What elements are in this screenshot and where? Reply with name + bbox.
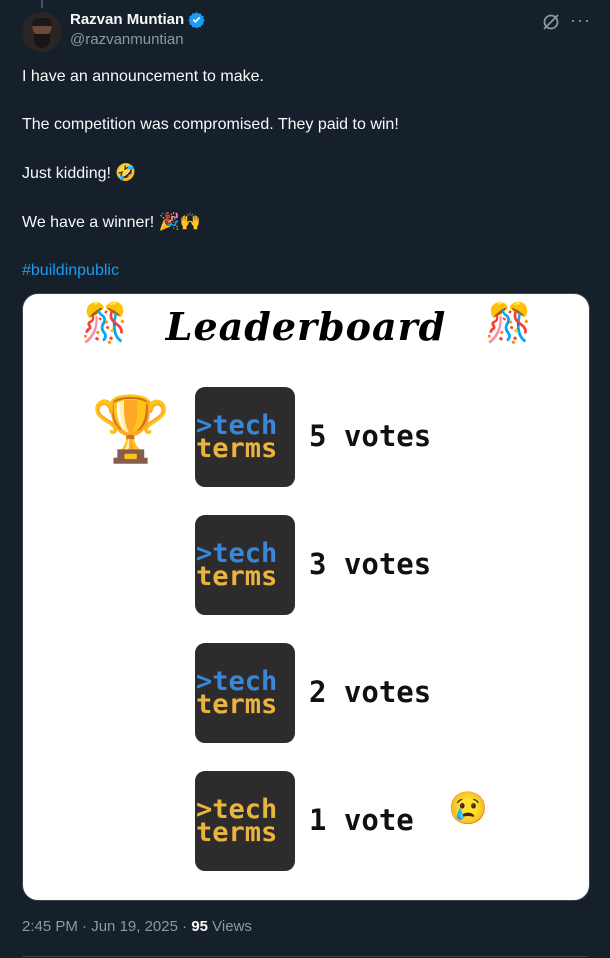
views-label: Views: [212, 918, 252, 935]
verified-badge-icon: [188, 12, 205, 28]
logo-line-terms: terms: [196, 817, 278, 848]
author-display-name: Razvan Muntian: [70, 11, 185, 28]
tweet-line: I have an announcement to make.: [22, 68, 264, 85]
tweet-media-image[interactable]: 🎊 Leaderboard 🎊 🏆 >tech terms 5 votes >t…: [22, 293, 590, 901]
tweet-line: The competition was compromised. They pa…: [22, 116, 399, 133]
tweet-line: We have a winner!: [22, 214, 155, 231]
tweet-date: Jun 19, 2025: [91, 918, 178, 935]
tweet-line: Just kidding!: [22, 165, 111, 182]
tweet-timestamp: 2:45 PM · Jun 19, 2025 · 95 Views: [22, 918, 252, 935]
views-count: 95: [191, 918, 208, 935]
techterms-logo: >tech terms: [195, 387, 295, 487]
tweet-line-container: We have a winner! 🎉🙌: [22, 212, 582, 233]
author-name-link[interactable]: Razvan Muntian: [70, 11, 205, 28]
rofl-emoji: 🤣: [115, 163, 137, 182]
vote-count: 1 vote: [309, 803, 414, 837]
tweet-text: I have an announcement to make. The comp…: [22, 67, 582, 309]
hashtag-link[interactable]: #buildinpublic: [22, 262, 119, 279]
techterms-logo: >tech terms: [195, 515, 295, 615]
tweet-line-container: Just kidding! 🤣: [22, 163, 582, 184]
divider: [22, 956, 588, 957]
techterms-logo: >tech terms: [195, 643, 295, 743]
leaderboard-entry: >tech terms 1 vote 😢: [195, 771, 515, 871]
author-block: Razvan Muntian @razvanmuntian: [70, 11, 205, 48]
avatar[interactable]: [22, 12, 62, 52]
tweet-time-link[interactable]: 2:45 PM · Jun 19, 2025: [22, 918, 178, 935]
confetti-emoji-right: 🎊: [485, 303, 533, 345]
logo-line-terms: terms: [196, 433, 278, 464]
party-emoji: 🎉🙌: [158, 212, 202, 231]
author-handle[interactable]: @razvanmuntian: [70, 31, 205, 48]
techterms-logo: >tech terms: [195, 771, 295, 871]
vote-count: 5 votes: [309, 419, 432, 453]
grok-icon[interactable]: [541, 12, 561, 32]
more-icon[interactable]: ···: [570, 10, 591, 31]
logo-line-terms: terms: [196, 689, 278, 720]
crying-face-emoji: 😢: [448, 790, 488, 826]
thread-connector-line: [41, 0, 43, 8]
logo-line-terms: terms: [196, 561, 278, 592]
vote-count: 3 votes: [309, 547, 432, 581]
vote-count: 2 votes: [309, 675, 432, 709]
tweet-time: 2:45 PM: [22, 918, 78, 935]
trophy-icon: 🏆: [91, 393, 171, 465]
